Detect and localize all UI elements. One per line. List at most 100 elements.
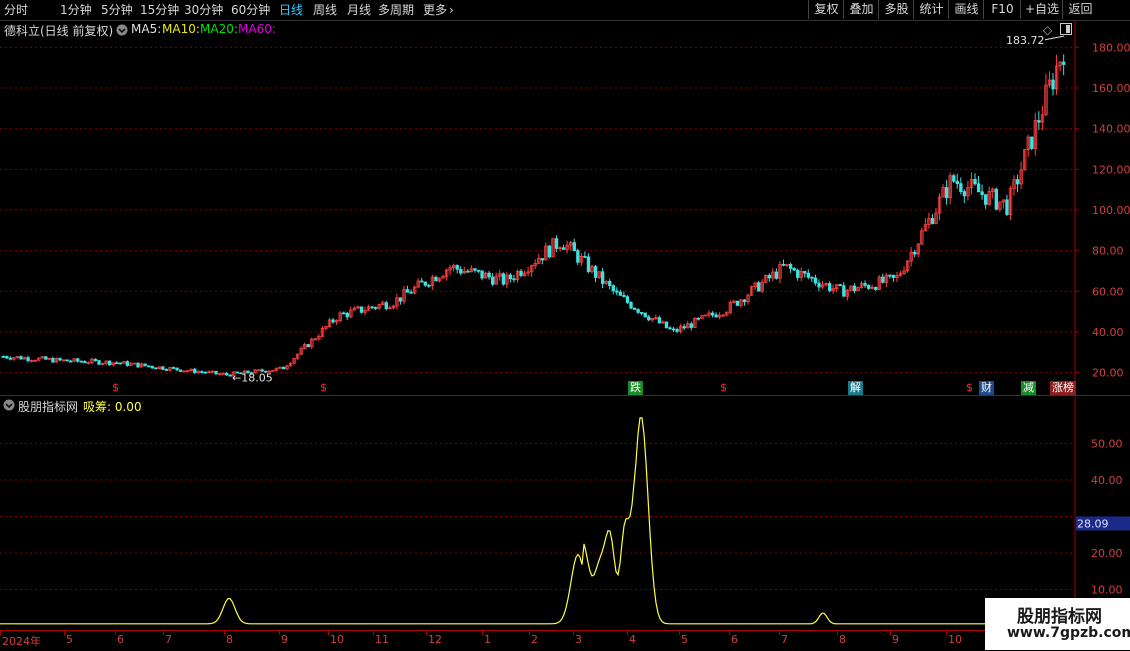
candle-body — [150, 365, 154, 369]
candle-body — [657, 317, 662, 324]
candle-body — [675, 329, 679, 332]
candle-body — [888, 274, 892, 277]
date-tick-2: 6 — [117, 633, 124, 646]
candle-body — [813, 277, 818, 284]
candle-body — [792, 268, 796, 271]
candle-body — [342, 312, 346, 315]
period-tab-1[interactable]: 1分钟 — [60, 2, 92, 18]
candle-body — [643, 312, 647, 318]
candle-body — [501, 273, 506, 285]
candle-body — [384, 302, 388, 310]
date-tick-mark — [946, 631, 947, 635]
toolbar-button-7[interactable]: 返回 — [1062, 0, 1098, 19]
candle-body — [1051, 79, 1055, 90]
candle-body — [583, 255, 587, 258]
low-price-label: ←18.05 — [232, 372, 273, 385]
period-tab-9[interactable]: 多周期 — [378, 2, 414, 18]
candle-body — [76, 358, 80, 362]
toolbar-button-0[interactable]: 复权 — [808, 0, 844, 19]
candlestick-chart[interactable]: 180.00 160.00 140.00 120.00 100.00 80.00 60.00… — [0, 21, 1130, 396]
candle-body — [147, 365, 151, 368]
candle-body — [647, 316, 651, 321]
candle-body — [108, 360, 112, 366]
date-tick-mark — [679, 631, 680, 635]
candle-body — [97, 360, 101, 365]
candle-body — [161, 366, 165, 370]
period-tab-3[interactable]: 15分钟 — [140, 2, 179, 18]
date-tick-9: 1 — [484, 633, 491, 646]
ma-label-1: MA10: — [162, 22, 200, 36]
candle-body — [689, 323, 694, 328]
period-tab-6[interactable]: 日线 — [279, 2, 303, 18]
dropdown-icon[interactable] — [116, 24, 128, 36]
watermark-url: www.7gpzb.com — [1007, 625, 1130, 641]
toolbar-button-3[interactable]: 统计 — [913, 0, 949, 19]
watermark: 股朋指标网 www.7gpzb.com — [985, 598, 1130, 650]
candle-body — [767, 274, 772, 279]
candle-body — [930, 218, 935, 224]
candle-body — [200, 371, 204, 374]
candle-body — [803, 271, 807, 274]
candle-body — [115, 362, 119, 365]
date-tick-mark — [573, 631, 574, 635]
candle-body — [44, 356, 48, 360]
date-tick-17: 9 — [892, 633, 899, 646]
candle-body — [491, 276, 495, 285]
candle-body — [68, 360, 73, 363]
price-chart-panel[interactable]: 180.00 160.00 140.00 120.00 100.00 80.00 60.00… — [0, 21, 1130, 396]
toolbar-button-6[interactable]: +自选 — [1020, 0, 1063, 19]
more-chevron-icon[interactable]: › — [449, 2, 454, 18]
toolbar-button-4[interactable]: 画线 — [948, 0, 984, 19]
date-tick-mark — [163, 631, 164, 635]
date-tick-1: 5 — [66, 633, 73, 646]
candle-body — [781, 264, 786, 266]
panel-toggle-icon[interactable] — [1060, 23, 1072, 38]
high-price-label: 183.72 — [1006, 34, 1045, 47]
candle-body — [373, 307, 378, 309]
indicator-dropdown-icon[interactable] — [3, 399, 15, 411]
date-tick-10: 2 — [531, 633, 538, 646]
candle-body — [874, 287, 878, 290]
period-tab-4[interactable]: 30分钟 — [184, 2, 223, 18]
date-tick-4: 8 — [226, 633, 233, 646]
candle-body — [1037, 120, 1041, 123]
candle-body — [838, 284, 842, 287]
period-tab-5[interactable]: 60分钟 — [231, 2, 270, 18]
indicator-series-label: 吸筹: 0.00 — [83, 400, 142, 414]
signal-marker-2: 跌 — [628, 381, 643, 395]
date-tick-3: 7 — [165, 633, 172, 646]
toolbar-button-5[interactable]: F10 — [983, 0, 1021, 19]
candle-body — [164, 369, 169, 371]
signal-marker-0: $ — [112, 381, 119, 394]
candle-body — [852, 285, 857, 292]
diamond-icon[interactable]: ◇ — [1043, 23, 1052, 37]
toolbar-button-1[interactable]: 叠加 — [843, 0, 879, 19]
candle-body — [572, 242, 576, 252]
indicator-chart[interactable]: 50.00 40.00 20.00 10.00 28.09 — [0, 397, 1130, 630]
indicator-panel[interactable]: 50.00 40.00 20.00 10.00 28.09 股朋指标网 吸筹: 0.00 — [0, 397, 1130, 630]
date-tick-11: 3 — [575, 633, 582, 646]
candle-body — [1015, 179, 1020, 185]
toolbar-button-2[interactable]: 多股 — [878, 0, 914, 19]
date-tick-mark — [224, 631, 225, 635]
date-tick-mark — [426, 631, 427, 635]
candle-body — [1030, 136, 1034, 149]
period-tab-8[interactable]: 月线 — [347, 2, 371, 18]
candle-body — [487, 272, 491, 278]
y-tick-label: 80.00 — [1092, 245, 1124, 258]
candle-body — [508, 274, 513, 280]
candle-body — [281, 366, 286, 370]
signal-marker-8: 涨榜 — [1050, 381, 1076, 395]
candle-body — [214, 370, 218, 375]
candle-body — [554, 238, 559, 249]
period-tab-10[interactable]: 更多 — [423, 2, 447, 18]
period-tab-7[interactable]: 周线 — [313, 2, 337, 18]
period-tab-0[interactable]: 分时 — [4, 2, 28, 18]
date-tick-5: 9 — [281, 633, 288, 646]
candle-body — [973, 178, 977, 185]
period-tab-2[interactable]: 5分钟 — [101, 2, 133, 18]
stock-title: 德科立(日线 前复权) — [4, 24, 114, 38]
date-tick-mark — [373, 631, 374, 635]
y-tick-label: 100.00 — [1092, 204, 1130, 217]
candle-body — [629, 302, 633, 309]
